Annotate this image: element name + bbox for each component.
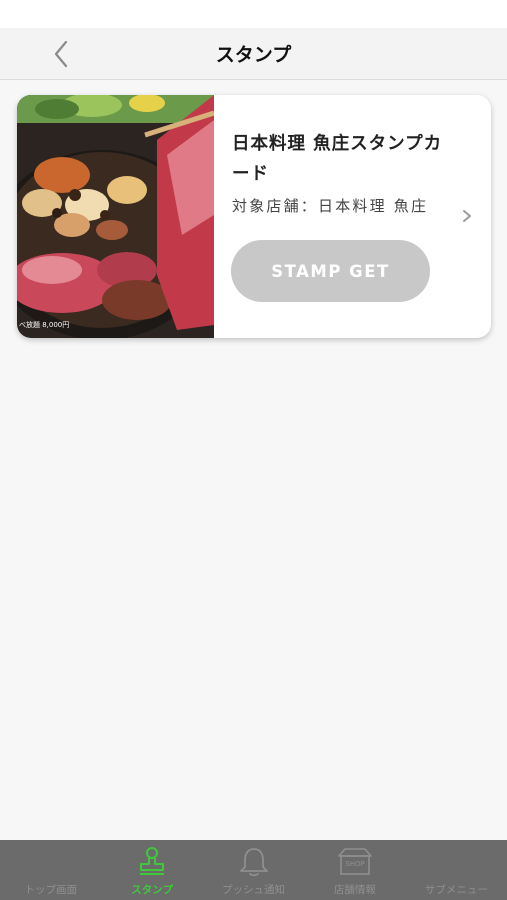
tab-shop[interactable]: SHOP 店舗情報 — [304, 840, 405, 900]
tab-label: トップ画面 — [24, 884, 77, 896]
photo-caption: べ放題 8,000円 — [19, 320, 69, 329]
stamp-icon — [140, 847, 165, 875]
tab-bar: トップ画面 スタンプ プッシュ通知 SHOP 店舗情報 サブメニュー — [0, 840, 507, 900]
tab-submenu[interactable]: サブメニュー — [406, 840, 507, 900]
shop-icon: SHOP — [338, 848, 372, 875]
card-title: 日本料理 魚庄スタンプカード — [232, 134, 443, 184]
stamp-get-button[interactable]: STAMP GET — [231, 240, 430, 302]
status-bar — [0, 0, 507, 28]
shop-icon-text: SHOP — [345, 860, 364, 868]
tab-push[interactable]: プッシュ通知 — [203, 840, 304, 900]
tab-label: 店舗情報 — [333, 884, 376, 896]
tab-label: サブメニュー — [424, 884, 488, 896]
tab-label: プッシュ通知 — [222, 884, 286, 896]
page-title: スタンプ — [215, 44, 292, 66]
sukiyaki-photo: べ放題 8,000円 — [17, 95, 214, 338]
menu-icon — [439, 846, 473, 876]
bell-icon — [239, 848, 268, 877]
chevron-right-icon[interactable] — [460, 207, 474, 225]
tab-top[interactable]: トップ画面 — [0, 840, 101, 900]
tab-stamp[interactable]: スタンプ — [101, 840, 202, 900]
home-icon — [34, 846, 68, 876]
nav-bar: スタンプ — [0, 28, 507, 80]
stamp-card[interactable]: べ放題 8,000円 日本料理 魚庄スタンプカード 対象店舗：日本料理 魚庄 S… — [17, 95, 491, 338]
tab-label: スタンプ — [131, 884, 173, 896]
target-shop-label: 対象店舗：日本料理 魚庄 — [232, 197, 429, 215]
